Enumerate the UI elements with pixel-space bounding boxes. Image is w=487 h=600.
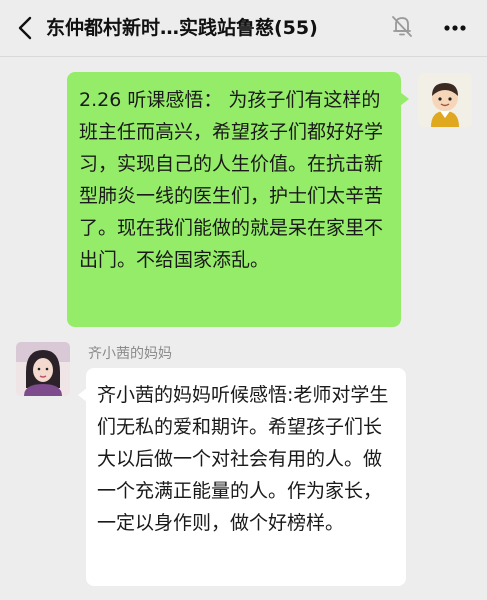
chat-header: 东仲都村新时…实践站鲁慈(55) xyxy=(0,0,487,57)
other-message-bubble[interactable]: 齐小茜的妈妈听候感悟:老师对学生们无私的爱和期许。希望孩子们长大以后做一个对社会… xyxy=(78,368,406,586)
self-message-bubble[interactable]: 2.26 听课感悟： 为孩子们有这样的班主任而高兴，希望孩子们都好好学习，实现自… xyxy=(67,72,409,327)
cartoon-avatar-icon xyxy=(418,73,472,127)
photo-avatar-icon xyxy=(16,342,70,396)
sender-name: 齐小茜的妈妈 xyxy=(88,346,172,362)
self-avatar[interactable] xyxy=(418,73,472,127)
message-list[interactable]: 2.26 听课感悟： 为孩子们有这样的班主任而高兴，希望孩子们都好好学习，实现自… xyxy=(0,57,487,600)
chevron-left-icon[interactable] xyxy=(14,15,38,41)
chat-title: 东仲都村新时…实践站鲁慈(55) xyxy=(46,17,318,39)
more-dots-icon[interactable] xyxy=(440,13,470,43)
bell-muted-icon xyxy=(392,16,412,37)
sender-avatar[interactable] xyxy=(16,342,70,396)
